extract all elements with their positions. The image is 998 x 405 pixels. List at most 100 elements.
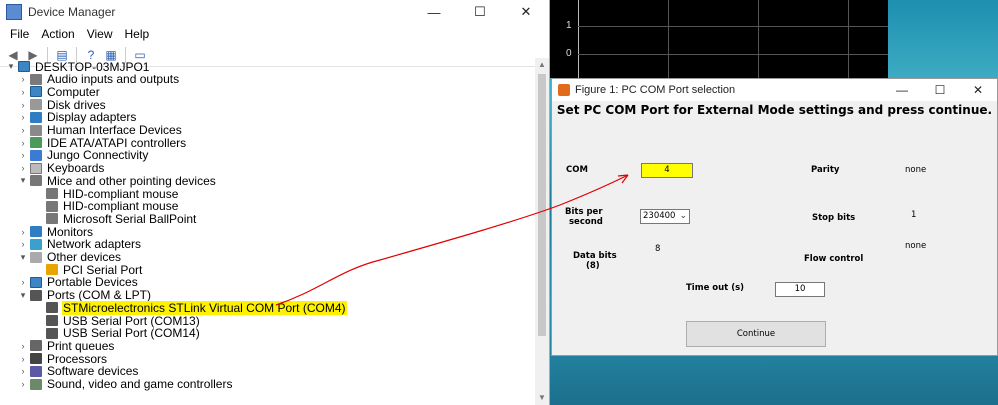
scope-gridline [758,0,759,78]
tree-category[interactable]: › Software devices [18,364,139,378]
tree-item-label: Sound, video and game controllers [47,377,233,391]
expand-icon[interactable]: › [18,87,28,97]
mouse-icon [46,200,58,212]
network-icon [30,238,42,250]
figure-maximize-button[interactable]: ☐ [921,79,959,101]
expand-icon[interactable]: › [18,366,28,376]
port-icon [46,315,58,326]
tree-device[interactable]: HID-compliant mouse [34,199,179,213]
tree-category[interactable]: ▾ Mice and other pointing devices [18,174,217,188]
hid-icon [30,124,42,136]
monitor-icon [30,226,42,238]
tree-category[interactable]: › Keyboards [18,161,105,175]
scope-gridline [668,0,669,78]
scope-tick-label: 1 [566,20,572,31]
figure-title: Figure 1: PC COM Port selection [575,84,736,96]
maximize-button[interactable]: ☐ [457,0,503,24]
tree-device[interactable]: USB Serial Port (COM14) [34,326,201,340]
expand-icon[interactable]: › [18,74,28,84]
tree-category[interactable]: › Display adapters [18,110,137,124]
expand-icon[interactable]: › [18,100,28,110]
com-input[interactable]: 4 [641,163,693,178]
bits-per-second-label: Bits per [565,207,603,217]
disk-icon [30,99,42,111]
expand-icon[interactable]: › [18,112,28,122]
expand-icon[interactable]: › [18,239,28,249]
collapse-icon[interactable]: ▾ [18,252,28,263]
tree-category[interactable]: › Jungo Connectivity [18,148,149,162]
cpu-icon [30,353,42,365]
title-bar[interactable]: Device Manager — ☐ ✕ [0,0,549,24]
tree-device[interactable]: STMicroelectronics STLink Virtual COM Po… [34,300,347,315]
computer-icon [30,86,42,98]
tree-category[interactable]: › Audio inputs and outputs [18,72,180,86]
computer-icon [18,61,30,72]
parity-label: Parity [811,165,840,175]
expand-icon[interactable]: › [18,277,28,287]
stop-bits-label: Stop bits [812,213,856,223]
scope-axis [578,0,579,78]
tree-device[interactable]: PCI Serial Port [34,263,143,277]
expand-icon[interactable]: › [18,227,28,237]
menu-view[interactable]: View [81,27,119,41]
device-manager-icon [6,4,22,20]
tree-category[interactable]: › Portable Devices [18,275,139,289]
expand-icon[interactable]: › [18,379,28,389]
tree-category[interactable]: › Computer [18,85,101,99]
window-title: Device Manager [28,5,116,19]
timeout-label: Time out (s) [686,283,745,293]
scrollbar-thumb[interactable] [538,74,546,336]
scroll-down-icon[interactable]: ▼ [535,391,549,405]
tree-device[interactable]: USB Serial Port (COM13) [34,314,201,328]
bits-per-second-select[interactable]: 230400 ⌄ [640,209,690,224]
tree-root[interactable]: ▾ DESKTOP-03MJPO1 [6,60,150,74]
figure-heading: Set PC COM Port for External Mode settin… [556,103,993,117]
chevron-down-icon: ⌄ [679,211,687,221]
tree-device[interactable]: HID-compliant mouse [34,187,179,201]
vertical-scrollbar[interactable]: ▲ ▼ [535,58,549,405]
close-button[interactable]: ✕ [503,0,549,24]
minimize-button[interactable]: — [411,0,457,24]
collapse-icon[interactable]: ▾ [6,61,16,72]
mouse-icon [30,175,42,187]
tree-device[interactable]: Microsoft Serial BallPoint [34,212,197,226]
tree-category[interactable]: › Monitors [18,225,94,239]
collapse-icon[interactable]: ▾ [18,175,28,186]
tree-category[interactable]: › Print queues [18,339,115,353]
figure-title-bar[interactable]: Figure 1: PC COM Port selection — ☐ ✕ [552,79,997,101]
tree-category[interactable]: › Sound, video and game controllers [18,377,233,391]
expand-icon[interactable]: › [18,354,28,364]
data-bits-label: Data bits [573,251,617,261]
port-icon [46,327,58,339]
figure-minimize-button[interactable]: — [883,79,921,101]
port-icon [46,302,58,314]
continue-button[interactable]: Continue [686,321,826,347]
scope-gridline [848,0,849,78]
matlab-icon [558,84,570,96]
tree-category[interactable]: › Processors [18,352,108,366]
expand-icon[interactable]: › [18,341,28,351]
tree-category[interactable]: › Human Interface Devices [18,123,183,137]
collapse-icon[interactable]: ▾ [18,290,28,301]
tree-category[interactable]: ▾ Ports (COM & LPT) [18,288,152,302]
parity-value: none [905,165,927,175]
tree-category[interactable]: › Network adapters [18,237,142,251]
menu-help[interactable]: Help [119,27,156,41]
menu-action[interactable]: Action [35,27,80,41]
tree-category[interactable]: ▾ Other devices [18,250,122,264]
tree-category[interactable]: › Disk drives [18,98,107,112]
scope-tick-label: 0 [566,48,572,59]
expand-icon[interactable]: › [18,125,28,135]
expand-icon[interactable]: › [18,150,28,160]
tree-category[interactable]: › IDE ATA/ATAPI controllers [18,136,187,150]
scroll-up-icon[interactable]: ▲ [535,58,549,72]
flow-control-value: none [905,241,927,251]
keyboard-icon [30,162,42,174]
com-label: COM [566,165,588,175]
menu-file[interactable]: File [4,27,35,41]
figure-close-button[interactable]: ✕ [959,79,997,101]
expand-icon[interactable]: › [18,163,28,173]
stop-bits-value: 1 [911,210,917,220]
expand-icon[interactable]: › [18,138,28,148]
timeout-input[interactable]: 10 [775,282,825,297]
